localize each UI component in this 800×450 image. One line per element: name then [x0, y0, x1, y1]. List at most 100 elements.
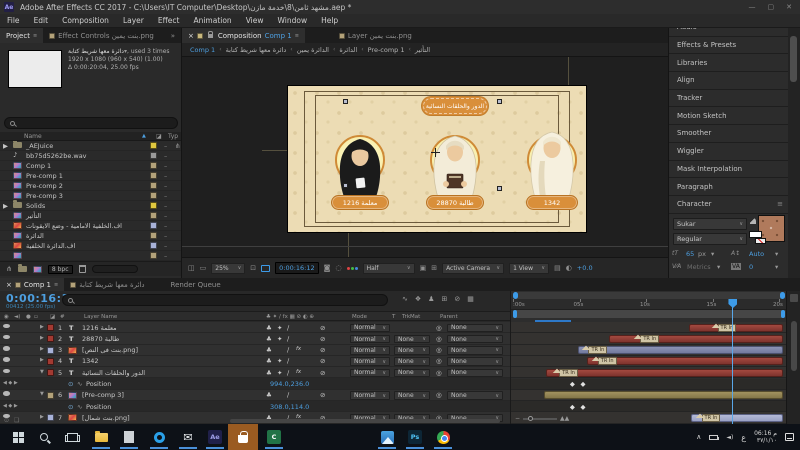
timeline-vertical-scrollbar[interactable] — [791, 321, 797, 371]
taskbar-explorer[interactable] — [89, 424, 113, 450]
switch-q-icon[interactable]: ∕ — [287, 346, 289, 354]
font-size-dropdown-icon[interactable]: ▾ — [711, 250, 714, 258]
switch-a-icon[interactable]: ♣ — [266, 391, 272, 399]
breadcrumb-item[interactable]: التأثير — [415, 46, 430, 54]
timeline-tab-0[interactable]: ×Comp 1≡ — [0, 278, 64, 291]
layer-duration-bar[interactable] — [544, 391, 783, 399]
leading-value[interactable]: Auto — [749, 250, 764, 258]
right-panel-scrollbar[interactable] — [788, 28, 800, 278]
graph-editor-icon[interactable]: ▦ — [467, 295, 474, 303]
switch-b-icon[interactable]: ⊘ — [320, 369, 325, 377]
menu-help[interactable]: Help — [314, 16, 345, 25]
switch-q-icon[interactable]: ∕ — [287, 324, 289, 332]
selection-handle[interactable] — [497, 99, 502, 104]
kerning-value[interactable]: Metrics — [687, 263, 711, 271]
label-menu[interactable]: – — [164, 252, 167, 260]
breadcrumb-item[interactable]: الدائرة يمين — [297, 46, 329, 54]
layer-marker[interactable]: TR In — [635, 335, 659, 342]
switch-a-icon[interactable]: ♣ — [266, 357, 272, 365]
property-name[interactable]: Position — [86, 403, 111, 411]
twirl-icon[interactable]: ▶ — [40, 414, 44, 420]
trkmat-dropdown[interactable]: None∨ — [394, 369, 430, 378]
parent-pickwhip-icon[interactable]: ◎ — [436, 346, 442, 354]
menu-edit[interactable]: Edit — [27, 16, 56, 25]
panel-menu-icon[interactable]: ≡ — [295, 33, 299, 39]
tracking-dropdown-icon[interactable]: ▾ — [775, 263, 778, 271]
leading-dropdown-icon[interactable]: ▾ — [775, 250, 778, 258]
project-item-_AEJuice[interactable]: ▶_AEJuice–⋔ — [0, 141, 182, 151]
parent-dropdown[interactable]: None∨ — [447, 391, 503, 400]
camera-dropdown[interactable]: Active Camera∨ — [442, 263, 504, 274]
label-color-chip[interactable] — [150, 222, 157, 229]
clock[interactable]: 06:16 م ٣٧/١/١٠ — [754, 430, 777, 444]
label-color-chip[interactable] — [150, 252, 157, 259]
label-menu[interactable]: – — [164, 212, 167, 220]
timeline-tab-1[interactable]: دائرة معها شريط كتابة — [64, 278, 150, 291]
switch-a-icon[interactable]: ♣ — [266, 324, 272, 332]
interpret-footage-icon[interactable]: ⋔ — [6, 265, 12, 273]
switch-b-icon[interactable]: ⊘ — [320, 324, 325, 332]
layer-label-chip[interactable] — [47, 324, 54, 331]
new-folder-icon[interactable] — [18, 266, 27, 272]
twirl-icon[interactable]: ▶ — [3, 202, 8, 210]
keyframe-navigator[interactable]: ◀ ◆ ▶ — [3, 403, 18, 409]
label-menu[interactable]: – — [164, 172, 167, 180]
keyframe-icon[interactable]: ◆ — [580, 380, 585, 388]
project-item-اف.الخلفية الامامية - وضع الايقونات[interactable]: اف.الخلفية الامامية - وضع الايقونات– — [0, 221, 182, 231]
layer-row-5[interactable]: ▼5Tالدور والحلقات النسائية♣✦∕fx⊘Normal∨N… — [0, 367, 510, 378]
switch-a-icon[interactable]: ♣ — [266, 346, 272, 354]
layer-label-chip[interactable] — [47, 335, 54, 342]
minimize-button[interactable]: — — [749, 3, 756, 11]
taskbar-camtasia[interactable]: C — [262, 424, 286, 450]
switch-q-icon[interactable]: ∕ — [287, 391, 289, 399]
tab-composition[interactable]: × Composition Comp 1 ≡ — [182, 28, 305, 43]
selection-handle[interactable] — [343, 183, 348, 188]
exposure-value[interactable]: +0.0 — [577, 264, 593, 272]
label-menu[interactable]: – — [164, 192, 167, 200]
switch-c-icon[interactable]: ✦ — [277, 357, 282, 365]
timeline-tab-2[interactable]: Render Queue — [165, 278, 227, 291]
layer-name[interactable]: [بنت فى النص.png] — [82, 346, 138, 354]
menu-window[interactable]: Window — [271, 16, 315, 25]
shy-icon[interactable]: ♟ — [428, 295, 434, 303]
section-align[interactable]: Align — [669, 72, 788, 90]
stopwatch-icon[interactable]: ⊙ — [68, 403, 73, 411]
delete-icon[interactable] — [79, 265, 86, 273]
breadcrumb-item[interactable]: الدائرة — [339, 46, 357, 54]
blend-mode-dropdown[interactable]: Normal∨ — [350, 369, 390, 378]
label-color-chip[interactable] — [150, 142, 157, 149]
section-audio[interactable]: Audio — [669, 28, 788, 37]
label-color-chip[interactable] — [150, 172, 157, 179]
twirl-icon[interactable]: ▶ — [40, 357, 44, 363]
taskbar-photos[interactable] — [375, 424, 399, 450]
label-menu[interactable]: – — [164, 162, 167, 170]
property-row-position[interactable]: ◀ ◆ ▶⊙∿Position308.0,114.0 — [0, 401, 510, 412]
trkmat-dropdown[interactable]: None∨ — [394, 335, 430, 344]
playhead-line[interactable] — [732, 299, 733, 424]
work-area-bar[interactable] — [513, 310, 785, 318]
layer-name[interactable]: الدور والحلقات النسائية — [82, 369, 145, 377]
composition-flowchart-icon[interactable]: ∿ — [402, 295, 408, 303]
section-smoother[interactable]: Smoother — [669, 125, 788, 143]
layer-label-chip[interactable] — [47, 369, 54, 376]
label-menu[interactable]: – — [164, 152, 167, 160]
taskbar-quicktime[interactable] — [147, 424, 171, 450]
main-monitor-icon[interactable]: ▭ — [200, 264, 207, 272]
switch-fx-icon[interactable]: fx — [296, 346, 301, 352]
project-item-Pre-comp 2[interactable]: Pre-comp 2– — [0, 181, 182, 191]
parent-pickwhip-icon[interactable]: ◎ — [436, 369, 442, 377]
section-effects-presets[interactable]: Effects & Presets — [669, 37, 788, 55]
project-item-bb75d5262be.wav[interactable]: ♪bb75d5262be.wav– — [0, 151, 182, 161]
volume-icon[interactable]: ◄) — [726, 434, 733, 441]
timeline-bottom-toggles[interactable]: ⊙❏ — [4, 417, 19, 424]
twirl-icon[interactable]: ▶ — [40, 346, 44, 352]
bit-depth-button[interactable]: 8 bpc — [48, 265, 73, 274]
keyframe-icon[interactable]: ◆ — [570, 403, 575, 411]
switch-b-icon[interactable]: ⊘ — [320, 346, 325, 354]
menu-composition[interactable]: Composition — [55, 16, 116, 25]
blend-mode-dropdown[interactable]: Normal∨ — [350, 346, 390, 355]
taskbar-store[interactable] — [228, 424, 258, 450]
menu-file[interactable]: File — [0, 16, 27, 25]
parent-pickwhip-icon[interactable]: ◎ — [436, 335, 442, 343]
label-menu[interactable]: – — [164, 222, 167, 230]
